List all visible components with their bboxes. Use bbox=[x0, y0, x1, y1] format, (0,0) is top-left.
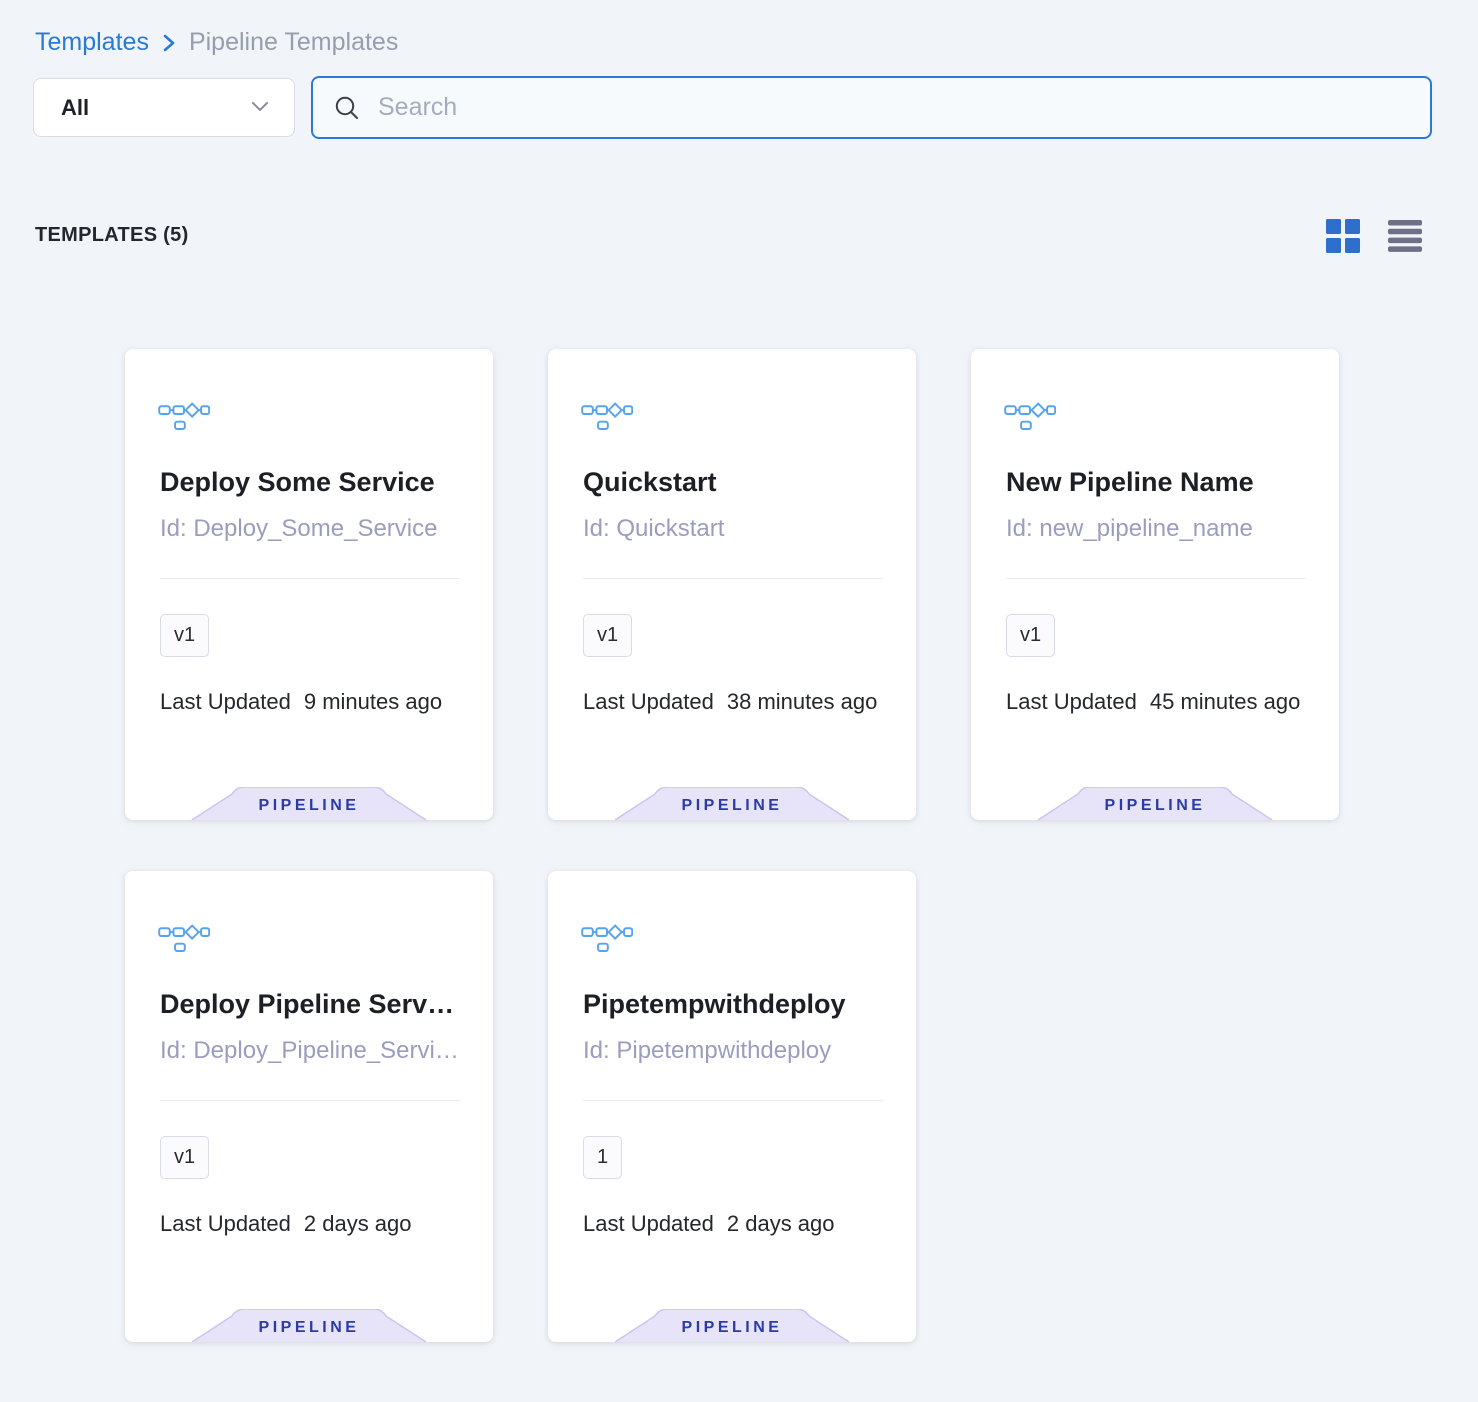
last-updated-label: Last Updated bbox=[160, 689, 291, 714]
pipeline-type-tag: PIPELINE bbox=[614, 1309, 850, 1342]
search-box bbox=[311, 76, 1432, 139]
version-badge: v1 bbox=[160, 614, 209, 657]
templates-count-heading: TEMPLATES (5) bbox=[35, 224, 189, 247]
pipeline-templates-page: Templates Pipeline Templates All TEMPLAT… bbox=[0, 0, 1478, 1402]
pipeline-icon bbox=[158, 399, 210, 438]
version-badge: v1 bbox=[583, 614, 632, 657]
template-card[interactable]: New Pipeline Name Id: new_pipeline_name … bbox=[971, 349, 1339, 820]
last-updated-label: Last Updated bbox=[1006, 689, 1137, 714]
template-card[interactable]: Deploy Some Service Id: Deploy_Some_Serv… bbox=[125, 349, 493, 820]
version-badge: 1 bbox=[583, 1136, 622, 1179]
last-updated: Last Updated 9 minutes ago bbox=[160, 689, 442, 715]
divider bbox=[1006, 578, 1306, 579]
last-updated: Last Updated 2 days ago bbox=[160, 1211, 412, 1237]
list-view-icon[interactable] bbox=[1388, 220, 1422, 257]
pipeline-type-tag: PIPELINE bbox=[191, 787, 427, 820]
last-updated: Last Updated 38 minutes ago bbox=[583, 689, 877, 715]
template-card[interactable]: Pipetempwithdeploy Id: Pipetempwithdeplo… bbox=[548, 871, 916, 1342]
grid-view-icon[interactable] bbox=[1326, 219, 1360, 258]
pipeline-icon bbox=[581, 399, 633, 438]
dropdown-selected-value: All bbox=[61, 95, 89, 121]
pipeline-tag-label: PIPELINE bbox=[614, 791, 850, 820]
last-updated: Last Updated 2 days ago bbox=[583, 1211, 835, 1237]
template-id: Id: new_pipeline_name bbox=[1006, 514, 1311, 544]
divider bbox=[583, 1100, 883, 1101]
last-updated-label: Last Updated bbox=[160, 1211, 291, 1236]
last-updated-value: 38 minutes ago bbox=[727, 689, 877, 714]
pipeline-icon bbox=[158, 921, 210, 960]
version-badge: v1 bbox=[160, 1136, 209, 1179]
last-updated-label: Last Updated bbox=[583, 1211, 714, 1236]
template-type-dropdown[interactable]: All bbox=[33, 78, 295, 137]
template-id: Id: Deploy_Some_Service bbox=[160, 514, 465, 544]
last-updated-value: 2 days ago bbox=[727, 1211, 835, 1236]
last-updated-value: 2 days ago bbox=[304, 1211, 412, 1236]
chevron-right-icon bbox=[162, 32, 176, 54]
template-title: Quickstart bbox=[583, 465, 888, 499]
pipeline-type-tag: PIPELINE bbox=[1037, 787, 1273, 820]
last-updated-value: 9 minutes ago bbox=[304, 689, 442, 714]
template-title: Deploy Pipeline Serv… bbox=[160, 987, 465, 1021]
version-badge: v1 bbox=[1006, 614, 1055, 657]
template-id: Id: Quickstart bbox=[583, 514, 888, 544]
templates-grid: Deploy Some Service Id: Deploy_Some_Serv… bbox=[125, 349, 1339, 1342]
search-icon bbox=[333, 94, 361, 122]
breadcrumb-templates-link[interactable]: Templates bbox=[35, 26, 149, 58]
last-updated: Last Updated 45 minutes ago bbox=[1006, 689, 1300, 715]
template-title: New Pipeline Name bbox=[1006, 465, 1311, 499]
search-input[interactable] bbox=[378, 93, 1410, 122]
last-updated-value: 45 minutes ago bbox=[1150, 689, 1300, 714]
template-card[interactable]: Deploy Pipeline Serv… Id: Deploy_Pipelin… bbox=[125, 871, 493, 1342]
pipeline-type-tag: PIPELINE bbox=[614, 787, 850, 820]
breadcrumb: Templates Pipeline Templates bbox=[35, 26, 398, 58]
pipeline-tag-label: PIPELINE bbox=[191, 1313, 427, 1342]
pipeline-type-tag: PIPELINE bbox=[191, 1309, 427, 1342]
breadcrumb-current-page: Pipeline Templates bbox=[189, 26, 398, 58]
template-card[interactable]: Quickstart Id: Quickstart v1 Last Update… bbox=[548, 349, 916, 820]
pipeline-tag-label: PIPELINE bbox=[1037, 791, 1273, 820]
pipeline-tag-label: PIPELINE bbox=[614, 1313, 850, 1342]
divider bbox=[583, 578, 883, 579]
divider bbox=[160, 578, 460, 579]
chevron-down-icon bbox=[251, 99, 269, 117]
template-id: Id: Deploy_Pipeline_Servi… bbox=[160, 1036, 465, 1066]
pipeline-icon bbox=[581, 921, 633, 960]
last-updated-label: Last Updated bbox=[583, 689, 714, 714]
divider bbox=[160, 1100, 460, 1101]
template-id: Id: Pipetempwithdeploy bbox=[583, 1036, 888, 1066]
template-title: Deploy Some Service bbox=[160, 465, 465, 499]
template-title: Pipetempwithdeploy bbox=[583, 987, 888, 1021]
pipeline-tag-label: PIPELINE bbox=[191, 791, 427, 820]
pipeline-icon bbox=[1004, 399, 1056, 438]
